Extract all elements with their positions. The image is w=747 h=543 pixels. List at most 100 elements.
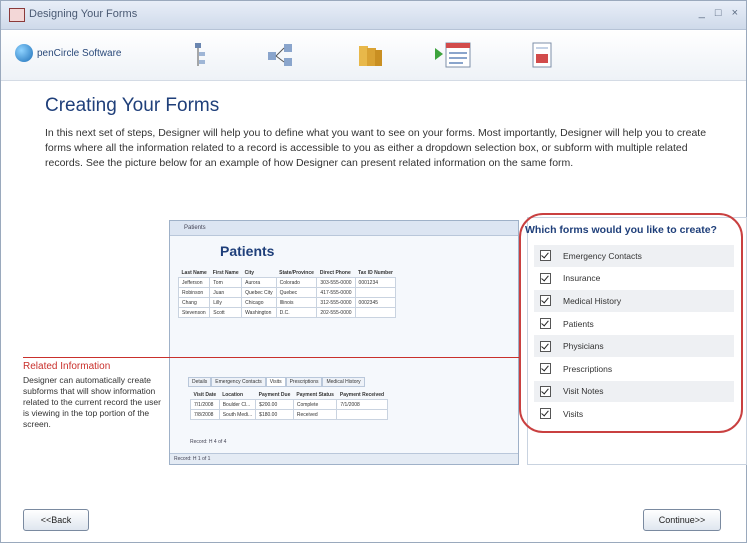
checkbox[interactable] <box>540 272 551 284</box>
minimize-button[interactable]: _ <box>699 7 705 19</box>
preview-cell: 0002345 <box>354 297 397 308</box>
checkbox[interactable] <box>540 250 551 262</box>
preview-cell: Stevenson <box>177 307 211 318</box>
main-content: Creating Your Forms In this next set of … <box>1 81 747 511</box>
preview-cell: 202-555-0000 <box>316 307 356 318</box>
form-option-label: Prescriptions <box>563 363 613 374</box>
form-option-label: Physicians <box>563 341 604 352</box>
preview-cell: D.C. <box>275 307 318 318</box>
preview-cell: Washington <box>241 307 277 318</box>
preview-cell <box>336 409 388 420</box>
table-row: Jefferson Tom Aurora Colorado 303-555-0000 00… <box>177 277 397 288</box>
checkbox[interactable] <box>540 408 551 420</box>
preview-main-table: Last Name First Name City State/Province… <box>177 269 397 318</box>
form-option-patients[interactable]: Patients <box>534 313 734 336</box>
form-option-label: Insurance <box>563 273 601 284</box>
preview-column-header: City <box>244 270 255 276</box>
preview-cell: Quebec <box>275 287 318 298</box>
preview-cell: Lilly <box>209 297 243 308</box>
form-option-prescriptions[interactable]: Prescriptions <box>534 358 734 381</box>
tree-icon[interactable] <box>183 40 213 70</box>
form-option-physicians[interactable]: Physicians <box>534 335 734 358</box>
forms-checklist: Emergency Contacts Insurance Medical His… <box>534 245 734 426</box>
form-option-medical-history[interactable]: Medical History <box>534 290 734 313</box>
preview-column-header: First Name <box>212 270 239 276</box>
checkbox[interactable] <box>540 340 551 352</box>
preview-cell: 312-555-0000 <box>316 297 356 308</box>
preview-column-header: Payment Due <box>258 392 291 398</box>
preview-cell: Chicago <box>241 297 277 308</box>
back-button[interactable]: <<Back <box>23 509 89 531</box>
table-row: Robinson Juan Quebec City Quebec 417-555-000… <box>177 287 397 298</box>
table-row: Chang Lilly Chicago Illinois 312-555-0000 000… <box>177 297 397 308</box>
preview-subform-nav: Record: H 4 of 4 <box>190 439 227 445</box>
form-option-visits[interactable]: Visits <box>534 403 734 426</box>
preview-cell: Aurora <box>241 277 277 288</box>
maximize-button[interactable]: □ <box>715 7 722 19</box>
form-option-emergency-contacts[interactable]: Emergency Contacts <box>534 245 734 268</box>
diagram-icon[interactable] <box>265 40 295 70</box>
form-option-label: Medical History <box>563 295 622 306</box>
preview-subform-table: Visit Date Location Payment Due Payment … <box>190 391 388 420</box>
preview-cell: Illinois <box>275 297 318 308</box>
preview-cell: $180.00 <box>255 409 294 420</box>
checkbox[interactable] <box>540 295 551 307</box>
preview-tab: Prescriptions <box>285 377 323 387</box>
preview-cell <box>354 287 397 298</box>
preview-tab: Visits <box>265 377 286 387</box>
report-icon[interactable] <box>527 40 557 70</box>
preview-column-header: Direct Phone <box>319 270 351 276</box>
preview-subform-tabs: Details Emergency Contacts Visits Prescr… <box>188 377 365 387</box>
preview-cell: Scott <box>209 307 243 318</box>
forms-question: Which forms would you like to create? <box>525 224 717 236</box>
preview-column-header: Location <box>222 392 244 398</box>
preview-cell: 7/8/2008 <box>190 409 220 420</box>
step-toolbar: penCircle Software <box>1 30 746 81</box>
preview-cell: Jefferson <box>177 277 211 288</box>
form-option-label: Patients <box>563 318 594 329</box>
preview-column-header: Visit Date <box>193 392 217 398</box>
window-controls: _ □ × <box>699 7 738 19</box>
preview-tab: Emergency Contacts <box>211 377 266 387</box>
preview-cell <box>354 307 397 318</box>
preview-column-header: State/Province <box>279 270 314 276</box>
window-title: Designing Your Forms <box>29 8 138 20</box>
preview-cell: Chang <box>177 297 211 308</box>
preview-cell: 7/1/2008 <box>336 399 388 410</box>
intro-text: In this next set of steps, Designer will… <box>45 127 707 169</box>
preview-record-nav: Record: H 1 of 1 <box>170 453 518 464</box>
form-icon[interactable] <box>433 40 473 70</box>
checkbox[interactable] <box>540 318 551 330</box>
form-preview-image: Patients Patients Last Name First Name C… <box>169 220 519 465</box>
preview-cell: $200.00 <box>255 399 294 410</box>
app-icon <box>9 8 25 22</box>
title-bar: Designing Your Forms _ □ × <box>1 1 746 30</box>
checkbox[interactable] <box>540 385 551 397</box>
form-option-insurance[interactable]: Insurance <box>534 268 734 291</box>
form-option-visit-notes[interactable]: Visit Notes <box>534 380 734 404</box>
logo-text: penCircle Software <box>37 47 122 59</box>
preview-heading: Patients <box>220 243 275 259</box>
close-button[interactable]: × <box>732 7 738 19</box>
preview-window-title: Patients <box>170 221 518 236</box>
preview-cell: Complete <box>292 399 338 410</box>
table-row: Stevenson Scott Washington D.C. 202-555-0000 <box>177 307 397 318</box>
preview-cell: 0001234 <box>354 277 397 288</box>
preview-column-header: Tax ID Number <box>358 270 393 276</box>
form-option-label: Emergency Contacts <box>563 250 642 261</box>
preview-cell: Boulder Cl... <box>218 399 257 410</box>
logo-circle-icon <box>15 44 33 62</box>
preview-cell: Juan <box>209 287 243 298</box>
continue-button[interactable]: Continue>> <box>643 509 721 531</box>
preview-cell: 417-555-0000 <box>316 287 356 298</box>
preview-cell: South Medi... <box>218 409 257 420</box>
page-title: Creating Your Forms <box>45 95 220 116</box>
preview-cell: Tom <box>209 277 243 288</box>
preview-cell: 303-555-0000 <box>316 277 356 288</box>
preview-cell: 7/1/2008 <box>190 399 220 410</box>
wizard-window: Designing Your Forms _ □ × penCircle Sof… <box>0 0 747 543</box>
checkbox[interactable] <box>540 363 551 375</box>
opencircle-logo: penCircle Software <box>15 44 121 62</box>
folders-icon[interactable] <box>355 40 385 70</box>
related-info-text: Designer can automatically create subfor… <box>23 375 161 429</box>
